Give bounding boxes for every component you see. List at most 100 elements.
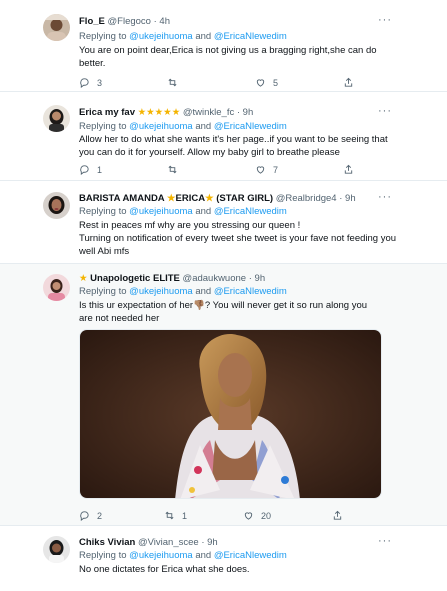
reply-button[interactable]: 3 [79,77,102,88]
replying-to: Replying to @ukejeihuoma and @EricaNlewe… [79,31,287,43]
display-name[interactable]: Unapologetic ELITE [90,273,180,284]
reply-icon [80,165,89,175]
tweet-text: Is this ur expectation of her👎🏽? You wil… [79,299,379,325]
mention-link[interactable]: @EricaNlewedim [214,31,287,42]
display-name-part: ERICA [175,193,206,204]
avatar[interactable] [43,105,70,132]
tweet-actions: 2 1 20 [79,510,379,522]
tweet-actions: 1 7 [79,164,379,176]
mention-link[interactable]: @ukejeihuoma [129,206,193,217]
tweet-header: Flo_E @Flegoco · 4h [79,16,170,28]
star-emoji: ★ [205,193,214,204]
display-name[interactable]: Erica my fav [79,107,135,118]
timestamp[interactable]: 9h [243,107,254,118]
mention-link[interactable]: @ukejeihuoma [129,286,193,297]
share-button[interactable] [343,77,354,88]
tweet-header: ★ Unapologetic ELITE @adaukwuone · 9h [79,273,265,285]
share-button[interactable] [343,164,354,175]
mention-link[interactable]: @EricaNlewedim [214,286,287,297]
more-icon[interactable]: ··· [378,105,392,117]
timestamp[interactable]: 9h [345,193,356,204]
like-icon [244,512,253,520]
tweet-actions: 3 5 [79,77,379,89]
reply-prefix: Replying to [79,31,127,42]
timestamp[interactable]: 9h [255,273,266,284]
like-count: 5 [273,77,279,88]
timestamp[interactable]: 9h [207,537,218,548]
reply-count: 2 [97,510,103,521]
tweet-1[interactable]: Flo_E @Flegoco · 4h ··· Replying to @uke… [0,0,447,92]
tweet-header: Chiks Vivian @Vivian_scee · 9h [79,537,218,549]
mention-link[interactable]: @EricaNlewedim [214,121,287,132]
replying-to: Replying to @ukejeihuoma and @EricaNlewe… [79,286,287,298]
star-emoji: ★ [166,193,176,204]
tweet-text-line: Turning on notification of every tweet s… [79,233,397,257]
share-button[interactable] [332,510,343,521]
retweet-button[interactable] [167,164,178,175]
retweet-icon [168,165,177,174]
handle[interactable]: @adaukwuone [183,273,247,284]
retweet-icon [165,511,174,520]
avatar[interactable] [43,192,70,219]
reply-and: and [195,206,212,217]
retweet-count: 1 [182,510,188,521]
tweet-photo[interactable] [79,329,382,499]
separator: · [236,107,241,118]
display-name-part: (STAR GIRL) [216,193,274,204]
mention-link[interactable]: @ukejeihuoma [129,31,193,42]
tweet-5[interactable]: Chiks Vivian @Vivian_scee · 9h ··· Reply… [0,526,447,591]
avatar[interactable] [43,274,70,301]
reply-prefix: Replying to [79,550,127,561]
reply-button[interactable]: 2 [79,510,102,521]
like-button[interactable]: 7 [255,164,278,175]
reply-prefix: Replying to [79,121,127,132]
replying-to: Replying to @ukejeihuoma and @EricaNlewe… [79,550,287,562]
tweet-text: No one dictates for Erica what she does. [79,564,250,575]
star-emoji: ★★★★★ [137,107,181,118]
reply-count: 1 [97,164,103,175]
more-icon[interactable]: ··· [378,191,392,203]
reply-button[interactable]: 1 [79,164,102,175]
tweet-2[interactable]: Erica my fav ★★★★★ @twinkle_fc · 9h ··· … [0,92,447,181]
display-name[interactable]: Flo_E [79,16,105,27]
tweet-text-part: Is this ur expectation of her [79,300,194,311]
reply-icon [80,78,89,88]
avatar[interactable] [43,14,70,41]
retweet-button[interactable]: 1 [164,510,187,521]
handle[interactable]: @twinkle_fc [183,107,234,118]
reply-and: and [195,31,212,42]
like-button[interactable]: 20 [243,510,271,521]
retweet-button[interactable] [167,77,178,88]
mention-link[interactable]: @ukejeihuoma [129,121,193,132]
display-name[interactable]: BARISTA AMANDA ★ERICA★ (STAR GIRL) [79,193,273,204]
mention-link[interactable]: @ukejeihuoma [129,550,193,561]
reply-and: and [195,286,212,297]
like-icon [256,166,265,174]
like-icon [256,79,265,87]
tweet-3[interactable]: BARISTA AMANDA ★ERICA★ (STAR GIRL) @Real… [0,181,447,264]
separator: · [201,537,205,548]
timestamp[interactable]: 4h [159,16,170,27]
tweet-text: Allow her to do what she wants it's her … [79,134,388,158]
handle[interactable]: @Vivian_scee [138,537,199,548]
replying-to: Replying to @ukejeihuoma and @EricaNlewe… [79,206,287,218]
avatar[interactable] [43,536,70,563]
like-button[interactable]: 5 [255,77,278,88]
reply-and: and [195,550,212,561]
share-icon [333,510,342,520]
mention-link[interactable]: @EricaNlewedim [214,206,287,217]
mention-link[interactable]: @EricaNlewedim [214,550,287,561]
replying-to: Replying to @ukejeihuoma and @EricaNlewe… [79,121,287,133]
retweet-icon [168,78,177,87]
share-icon [344,77,353,87]
tweet-text: You are on point dear,Erica is not givin… [79,45,377,69]
like-count: 7 [273,164,279,175]
handle[interactable]: @Flegoco [108,16,151,27]
handle[interactable]: @Realbridge4 [276,193,337,204]
display-name[interactable]: Chiks Vivian [79,537,135,548]
reply-prefix: Replying to [79,286,127,297]
more-icon[interactable]: ··· [378,14,392,26]
separator: · [153,16,157,27]
reply-icon [80,511,89,521]
more-icon[interactable]: ··· [378,535,392,547]
